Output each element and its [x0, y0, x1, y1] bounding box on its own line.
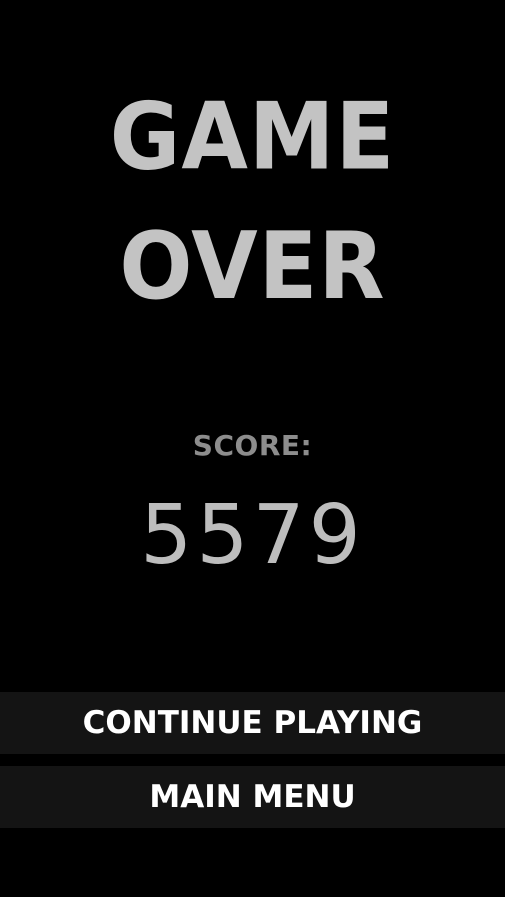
- score-value: 5579: [140, 488, 365, 583]
- continue-playing-button[interactable]: CONTINUE PLAYING: [0, 692, 505, 754]
- game-over-title: GAME OVER: [109, 83, 396, 321]
- main-menu-button[interactable]: MAIN MENU: [0, 766, 505, 828]
- score-label: SCORE:: [192, 429, 313, 462]
